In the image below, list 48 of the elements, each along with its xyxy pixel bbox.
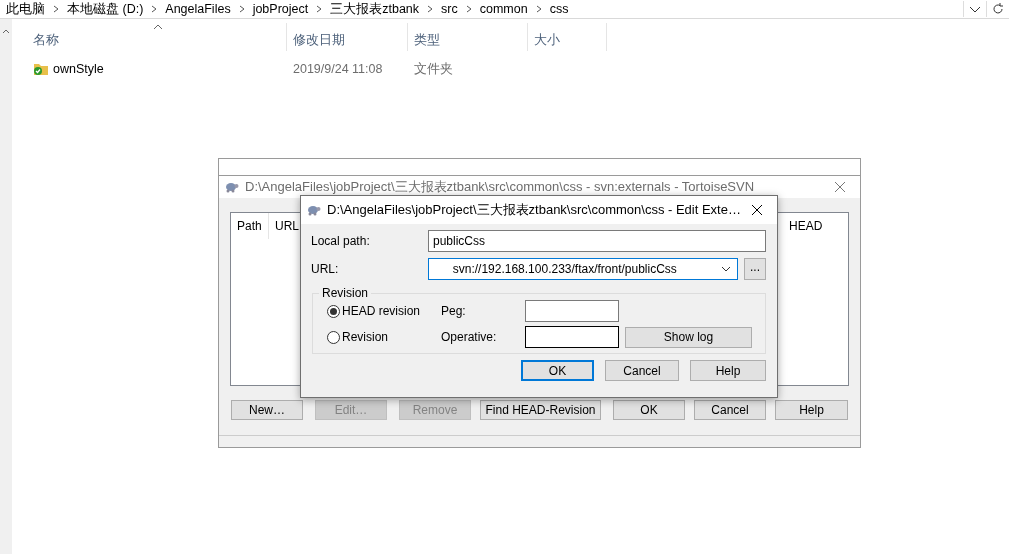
sort-caret-icon (153, 23, 163, 30)
field-label: Operative: (441, 330, 498, 344)
synced-folder-icon (33, 62, 49, 76)
breadcrumb-item[interactable]: src (439, 2, 460, 16)
scroll-up-icon[interactable] (2, 29, 10, 34)
column-header[interactable]: HEAD (789, 219, 823, 233)
turtle-icon (225, 181, 239, 193)
dialog-button[interactable]: OK (521, 360, 594, 381)
breadcrumb-item[interactable]: css (547, 2, 571, 16)
dialog-button[interactable]: New… (231, 400, 303, 420)
peg-field[interactable] (525, 300, 619, 322)
turtle-icon (307, 204, 321, 216)
column-header[interactable]: 大小 (528, 23, 607, 51)
local-path-field[interactable]: publicCss (428, 230, 766, 252)
dialog-button[interactable]: Help (775, 400, 848, 420)
window-title: D:\AngelaFiles\jobProject\三大报表ztbank\src\common\css - Edit Exte… (327, 201, 742, 219)
column-header[interactable]: 修改日期 (287, 23, 408, 51)
dialog-button[interactable]: Find HEAD-Revision (480, 400, 601, 420)
file-type: 文件夹 (413, 60, 454, 78)
column-header[interactable]: URL (275, 219, 299, 233)
radio-option[interactable]: HEAD revision (327, 304, 441, 318)
dialog-button[interactable]: Cancel (605, 360, 679, 381)
operative-field[interactable] (525, 326, 619, 348)
breadcrumb-item[interactable]: 本地磁盘 (D:) (65, 0, 146, 18)
url-combo-box[interactable]: svn://192.168.100.233/ftax/front/publicCss (427, 258, 739, 280)
breadcrumb-item[interactable]: 三大报表ztbank (328, 0, 422, 18)
file-name[interactable]: ownStyle (20, 62, 287, 76)
show-log-button[interactable]: Show log (625, 326, 752, 348)
chevron-icon (51, 4, 61, 14)
breadcrumb-item[interactable]: jobProject (250, 2, 311, 16)
modified-date: 2019/9/24 11:08 (292, 62, 384, 76)
field-label: URL: (311, 262, 340, 276)
radio-option[interactable]: Revision (327, 330, 441, 344)
window-title: D:\AngelaFiles\jobProject\三大报表ztbank\src\common\css - svn:externals - TortoiseSVN (245, 178, 756, 196)
breadcrumb-item[interactable]: common (477, 2, 530, 16)
field-label: Local path: (311, 234, 371, 248)
dialog-button[interactable]: Help (690, 360, 766, 381)
close-icon[interactable] (751, 204, 763, 216)
breadcrumb-item[interactable]: AngelaFiles (163, 2, 233, 16)
field-label: Peg: (441, 304, 467, 318)
column-header[interactable]: 名称 (20, 23, 287, 51)
breadcrumb-item[interactable]: 此电脑 (4, 0, 47, 18)
browse-button[interactable]: ... (744, 258, 766, 280)
column-header[interactable]: 类型 (408, 23, 528, 51)
column-header[interactable]: Path (237, 219, 262, 233)
group-title: Revision (321, 286, 370, 300)
dialog-button[interactable]: Cancel (694, 400, 766, 420)
dialog-button[interactable]: OK (613, 400, 685, 420)
